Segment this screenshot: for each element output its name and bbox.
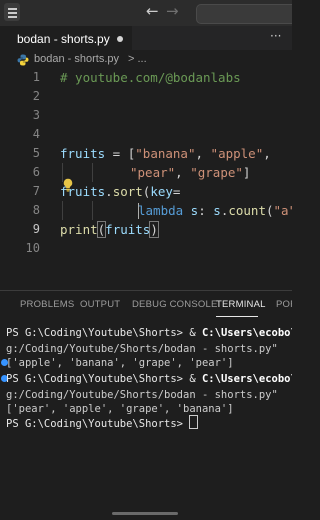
breadcrumb: bodan - shorts.py > ... — [0, 50, 292, 70]
code-comment: # youtube.com/@bodanlabs — [60, 70, 241, 85]
command-center-search[interactable] — [196, 4, 292, 24]
vscode-window: ← → bodan - shorts.py ··· bodan - shorts… — [0, 0, 292, 520]
token-op: , — [175, 165, 191, 180]
terminal-line: PS G:\Coding\Youtube\Shorts> & C:\Users\… — [6, 371, 292, 387]
tab-label: bodan - shorts.py — [17, 32, 110, 46]
mouse-ibeam-cursor — [138, 203, 139, 219]
terminal-op: & — [183, 327, 202, 339]
terminal-prompt: PS G:\Coding\Youtube\Shorts> — [6, 418, 184, 430]
tab-output[interactable]: OUTPUT — [80, 299, 120, 310]
line-number-current: 9 — [32, 222, 40, 236]
indent-guide — [92, 201, 93, 220]
token-var: fruits — [60, 146, 106, 161]
terminal-line: PS G:\Coding\Youtube\Shorts> & C:\Users\… — [6, 325, 292, 341]
token-op: = [ — [105, 146, 136, 161]
terminal-prompt: PS G:\Coding\Youtube\Shorts> — [6, 327, 184, 339]
arrow-left-icon[interactable]: ← — [146, 2, 159, 20]
terminal-cursor — [189, 415, 199, 429]
code-line-9: print(fruits) — [60, 220, 159, 239]
token-op: . — [105, 184, 113, 199]
line-number: 6 — [32, 165, 40, 179]
token-param: s — [183, 203, 199, 218]
token-string: "grape" — [190, 165, 243, 180]
code-line-1: # youtube.com/@bodanlabs — [60, 68, 241, 87]
breadcrumb-file[interactable]: bodan - shorts.py — [34, 53, 119, 65]
python-file-icon — [17, 54, 29, 66]
title-bar: ← → — [0, 0, 292, 26]
token-string: "apple" — [210, 146, 264, 161]
token-op: = — [172, 184, 181, 199]
token-function: sort — [112, 184, 143, 199]
indent-guide — [62, 201, 63, 220]
more-actions-icon[interactable]: ··· — [270, 29, 281, 43]
terminal-command: C:\Users\ecobo\ — [201, 327, 292, 339]
token-param: key — [150, 184, 173, 199]
lightbulb-icon[interactable] — [62, 178, 74, 192]
token-op: ] — [242, 165, 251, 180]
token-op: : — [198, 203, 214, 218]
menu-icon[interactable] — [4, 3, 20, 21]
indent-guide — [92, 163, 93, 182]
unsaved-dot-icon[interactable] — [117, 36, 123, 42]
token-function: print — [60, 222, 98, 237]
token-op: , — [195, 146, 211, 161]
token-bracket-match: ) — [149, 221, 159, 238]
terminal-prompt: PS G:\Coding\Youtube\Shorts> — [6, 373, 184, 385]
tab-problems[interactable]: PROBLEMS — [20, 299, 74, 310]
token-var: fruits — [105, 222, 151, 237]
code-line-5: fruits = ["banana", "apple", — [60, 144, 271, 163]
line-number: 5 — [32, 146, 40, 160]
terminal-command: C:\Users\ecobo\ — [201, 373, 292, 385]
line-number: 2 — [32, 89, 40, 103]
token-var: s — [213, 203, 221, 218]
token-string: "a" — [273, 203, 292, 218]
code-line-7: fruits.sort(key= — [60, 182, 180, 201]
code-line-8: lambda s: s.count("a")) — [138, 201, 292, 220]
tab-terminal[interactable]: TERMINAL — [216, 299, 266, 310]
line-number: 8 — [32, 203, 40, 217]
code-line-6: "pear", "grape"] — [130, 163, 250, 182]
home-indicator — [112, 512, 178, 515]
active-tab-indicator — [216, 316, 258, 317]
tab-ports[interactable]: PORTS — [276, 299, 292, 310]
terminal-op: & — [183, 373, 202, 385]
line-number: 3 — [32, 108, 40, 122]
terminal-line[interactable]: PS G:\Coding\Youtube\Shorts> — [6, 415, 199, 431]
line-number: 10 — [25, 241, 40, 255]
arrow-right-icon[interactable]: → — [166, 2, 179, 20]
breadcrumb-more[interactable]: > ... — [128, 53, 147, 65]
line-number: 4 — [32, 127, 40, 141]
tab-bodan-shorts[interactable]: bodan - shorts.py — [0, 26, 132, 51]
terminal-output: ['apple', 'banana', 'grape', 'pear'] — [6, 357, 234, 369]
line-number: 7 — [32, 184, 40, 198]
token-string: "banana" — [135, 146, 196, 161]
code-editor[interactable]: 1 2 3 4 5 6 7 8 9 10 # youtube.com/@boda… — [0, 68, 292, 290]
token-string: "pear" — [130, 165, 176, 180]
token-function: count — [228, 203, 266, 218]
tab-debug-console[interactable]: DEBUG CONSOLE — [132, 299, 217, 310]
token-op: , — [263, 146, 271, 161]
line-number: 1 — [32, 70, 40, 84]
token-keyword: lambda — [138, 203, 184, 218]
editor-tab-bar: bodan - shorts.py ··· — [0, 26, 292, 51]
token-op: ( — [265, 203, 274, 218]
bottom-panel: PROBLEMS OUTPUT DEBUG CONSOLE TERMINAL P… — [0, 290, 292, 520]
